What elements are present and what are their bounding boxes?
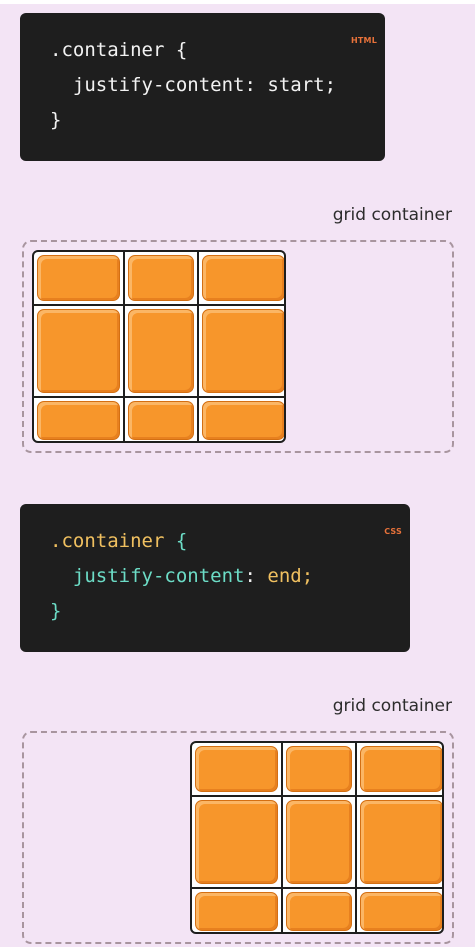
grid-cell	[357, 797, 442, 887]
grid-cell	[34, 306, 123, 396]
grid-item	[37, 401, 120, 440]
close-brace: }	[50, 600, 62, 622]
grid-item	[195, 746, 278, 792]
top-divider	[0, 0, 475, 4]
grid-cell	[283, 743, 355, 795]
grid-cell	[125, 398, 197, 441]
grid-item	[286, 746, 352, 792]
code-line-2: justify-content: end;	[50, 559, 410, 594]
grid-item	[202, 255, 284, 301]
grid-item	[128, 309, 194, 393]
language-tag: CSS	[384, 527, 402, 536]
grid-container-start	[22, 240, 454, 453]
code-line-3: }	[50, 103, 385, 138]
grid-container-label: grid container	[332, 205, 452, 225]
code-line-3: }	[50, 594, 410, 629]
grid-container-label: grid container	[332, 696, 452, 716]
grid-cell	[357, 743, 442, 795]
grid-container-end	[22, 731, 454, 944]
grid-cell	[283, 889, 355, 932]
grid-end	[190, 741, 444, 934]
code-block-start: HTML .container { justify-content: start…	[20, 13, 385, 161]
code-line-2: justify-content: start;	[50, 68, 385, 103]
grid-cell	[192, 797, 281, 887]
grid-item	[360, 746, 442, 792]
grid-item	[195, 800, 278, 884]
grid-item	[128, 255, 194, 301]
grid-item	[360, 800, 442, 884]
grid-cell	[199, 252, 284, 304]
grid-item	[195, 892, 278, 931]
grid-item	[202, 309, 284, 393]
value: end;	[267, 565, 314, 587]
grid-cell	[199, 398, 284, 441]
grid-item	[286, 892, 352, 931]
grid-cell	[34, 398, 123, 441]
grid-item	[286, 800, 352, 884]
language-tag: HTML	[350, 36, 377, 45]
grid-cell	[192, 889, 281, 932]
grid-cell	[199, 306, 284, 396]
selector: .container	[50, 39, 165, 61]
grid-cell	[357, 889, 442, 932]
code-block-end: CSS .container { justify-content: end; }	[20, 504, 410, 652]
close-brace: }	[50, 109, 62, 131]
grid-cell	[283, 797, 355, 887]
colon: :	[244, 74, 256, 96]
grid-cell	[34, 252, 123, 304]
grid-item	[37, 255, 120, 301]
grid-item	[37, 309, 120, 393]
grid-start	[32, 250, 286, 443]
grid-cell	[192, 743, 281, 795]
grid-cell	[125, 252, 197, 304]
property: justify-content	[72, 74, 245, 96]
open-brace: {	[175, 530, 188, 552]
grid-item	[128, 401, 194, 440]
value: start;	[267, 74, 337, 96]
grid-item	[360, 892, 442, 931]
property: justify-content	[72, 565, 245, 587]
colon: :	[244, 565, 256, 587]
selector: .container	[50, 530, 165, 552]
code-line-1: .container {	[50, 33, 385, 68]
code-line-1: .container {	[50, 524, 410, 559]
grid-item	[202, 401, 284, 440]
grid-cell	[125, 306, 197, 396]
open-brace: {	[175, 39, 188, 61]
